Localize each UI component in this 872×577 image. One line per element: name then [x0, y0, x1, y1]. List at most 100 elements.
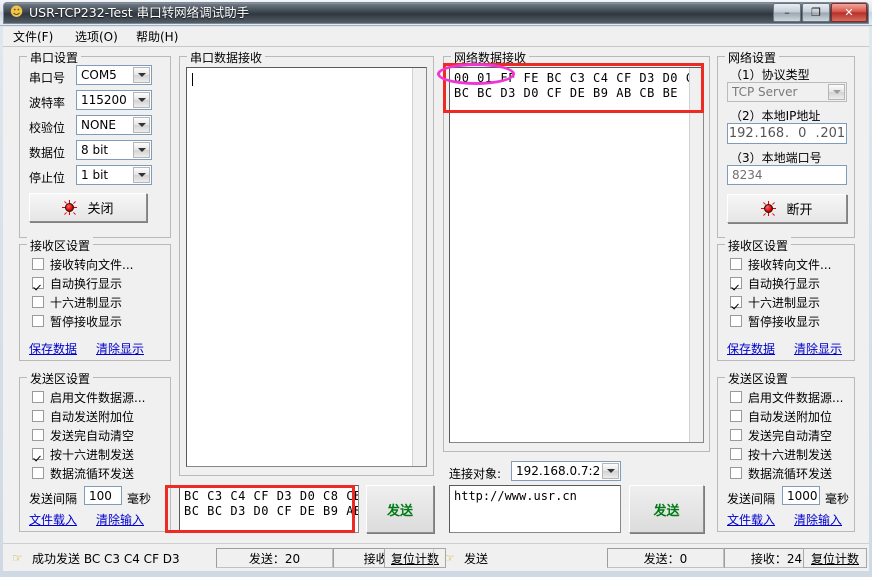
serial-send-check-loop[interactable]: 数据流循环发送	[32, 465, 134, 481]
red-led-icon	[62, 200, 78, 215]
ip-segment-4[interactable]: 201	[820, 126, 847, 141]
serial-port-combo[interactable]: COM5	[76, 65, 152, 85]
parity-combo[interactable]: NONE	[76, 115, 152, 135]
ip-segment-3[interactable]: 0	[789, 126, 816, 141]
checkbox-icon[interactable]	[730, 410, 742, 422]
checkbox-icon[interactable]	[730, 448, 742, 460]
chevron-down-icon[interactable]	[133, 117, 150, 133]
label: 启用文件数据源...	[748, 390, 844, 405]
chevron-down-icon[interactable]	[602, 463, 619, 479]
serial-recv-save-link[interactable]: 保存数据	[29, 340, 77, 357]
status-right-message: ☞ 发送	[444, 548, 488, 568]
checkbox-icon[interactable]	[730, 315, 742, 327]
serial-send-textarea[interactable]: BC C3 C4 CF D3 D0 C8 CB BF C6 BC BC D3 D…	[179, 485, 359, 533]
checkbox-icon[interactable]	[32, 296, 44, 308]
minimize-button[interactable]: –	[773, 3, 801, 22]
status-left-reset-button[interactable]: 复位计数	[384, 548, 446, 568]
local-ip-input[interactable]: 192 . 168 . 0 . 201	[727, 123, 847, 144]
close-button[interactable]: ✕	[831, 3, 867, 22]
checkbox-icon[interactable]	[32, 467, 44, 479]
serial-settings-title: 串口设置	[27, 49, 82, 66]
checkbox-icon[interactable]	[730, 258, 742, 270]
chevron-down-icon[interactable]	[133, 167, 150, 183]
network-send-check-filesrc[interactable]: 启用文件数据源...	[730, 389, 843, 405]
stopbits-combo[interactable]: 1 bit	[76, 165, 152, 185]
serial-send-button[interactable]: 发送	[366, 485, 434, 533]
serial-recv-textarea[interactable]	[186, 67, 427, 467]
label: 发送完自动清空	[50, 428, 135, 443]
network-send-fileload-link[interactable]: 文件载入	[727, 511, 775, 528]
network-recv-clear-link[interactable]: 清除显示	[794, 340, 842, 357]
ip-segment-2[interactable]: 168	[759, 126, 786, 141]
serial-send-check-hex[interactable]: 按十六进制发送	[32, 446, 134, 462]
network-send-check-loop[interactable]: 数据流循环发送	[730, 465, 832, 481]
network-send-settings-title: 发送区设置	[725, 370, 792, 387]
serial-toggle-label: 关闭	[87, 202, 114, 217]
protocol-type-combo[interactable]: TCP Server	[727, 82, 847, 102]
status-right-reset-button[interactable]: 复位计数	[803, 548, 867, 568]
checkbox-icon[interactable]	[32, 391, 44, 403]
serial-recv-check-hex[interactable]: 十六进制显示	[32, 294, 122, 310]
network-send-check-hex[interactable]: 按十六进制发送	[730, 446, 832, 462]
network-send-clear-link[interactable]: 清除输入	[794, 511, 842, 528]
serial-send-interval-input[interactable]: 100	[84, 486, 122, 505]
baudrate-combo[interactable]: 115200	[76, 90, 152, 110]
serial-send-check-autoclear[interactable]: 发送完自动清空	[32, 427, 134, 443]
network-recv-check-pause[interactable]: 暂停接收显示	[730, 313, 820, 329]
network-send-interval-input[interactable]: 1000	[782, 486, 820, 505]
serial-send-clear-link[interactable]: 清除输入	[96, 511, 144, 528]
menu-item-help[interactable]: 帮助(H)	[131, 29, 183, 45]
checkbox-icon[interactable]	[32, 410, 44, 422]
network-recv-check-hex[interactable]: 十六进制显示	[730, 294, 820, 310]
chevron-down-icon[interactable]	[133, 92, 150, 108]
maximize-button[interactable]: ❐	[802, 3, 830, 22]
network-send-button[interactable]: 发送	[629, 485, 704, 533]
connect-target-combo[interactable]: 192.168.0.7:20108	[511, 461, 621, 481]
network-send-button-label: 发送	[653, 503, 680, 519]
serial-toggle-button[interactable]: 关闭	[29, 193, 147, 222]
local-ip-label: （2）本地IP地址	[730, 109, 821, 123]
network-send-textarea[interactable]: http://www.usr.cn	[449, 485, 621, 533]
serial-send-check-autoappend[interactable]: 自动发送附加位	[32, 408, 134, 424]
serial-recv-check-autowrap[interactable]: 自动换行显示	[32, 275, 122, 291]
serial-recv-check-to-file[interactable]: 接收转向文件...	[32, 256, 133, 272]
checkbox-checked-icon[interactable]	[32, 277, 44, 289]
checkbox-icon[interactable]	[730, 391, 742, 403]
status-left-sent: 发送：20	[216, 548, 333, 568]
label: 接收转向文件...	[50, 257, 134, 272]
serial-recv-scrollbar[interactable]	[412, 68, 426, 466]
chevron-down-icon[interactable]	[828, 84, 845, 100]
checkbox-checked-icon[interactable]	[32, 448, 44, 460]
protocol-type-label: （1）协议类型	[730, 68, 810, 82]
chevron-down-icon[interactable]	[133, 142, 150, 158]
serial-send-fileload-link[interactable]: 文件载入	[29, 511, 77, 528]
network-send-check-autoclear[interactable]: 发送完自动清空	[730, 427, 832, 443]
checkbox-checked-icon[interactable]	[730, 296, 742, 308]
local-port-label: （3）本地端口号	[730, 151, 822, 165]
checkbox-checked-icon[interactable]	[730, 277, 742, 289]
checkbox-icon[interactable]	[32, 315, 44, 327]
ip-segment-1[interactable]: 192	[728, 126, 755, 141]
network-recv-textarea[interactable]: 00 01 FF FE BC C3 C4 CF D3 D0 C8 CB BF C…	[449, 67, 704, 443]
network-toggle-button[interactable]: 断开	[727, 194, 847, 223]
local-port-input[interactable]: 8234	[727, 165, 847, 185]
menu-item-options[interactable]: 选项(O)	[70, 29, 123, 45]
network-send-check-autoappend[interactable]: 自动发送附加位	[730, 408, 832, 424]
application-window: ☻ USR-TCP232-Test 串口转网络调试助手 – ❐ ✕ 文件(F) …	[0, 0, 872, 577]
status-left-message-text: 成功发送 BC C3 C4 CF D3	[32, 551, 180, 566]
serial-send-check-filesrc[interactable]: 启用文件数据源...	[32, 389, 145, 405]
checkbox-icon[interactable]	[730, 467, 742, 479]
checkbox-icon[interactable]	[730, 429, 742, 441]
databits-combo[interactable]: 8 bit	[76, 140, 152, 160]
serial-recv-check-pause[interactable]: 暂停接收显示	[32, 313, 122, 329]
network-recv-check-to-file[interactable]: 接收转向文件...	[730, 256, 831, 272]
baudrate-value: 115200	[81, 93, 127, 107]
checkbox-icon[interactable]	[32, 258, 44, 270]
menu-item-file[interactable]: 文件(F)	[8, 29, 58, 45]
chevron-down-icon[interactable]	[133, 67, 150, 83]
network-recv-scrollbar[interactable]	[689, 68, 703, 442]
network-recv-check-autowrap[interactable]: 自动换行显示	[730, 275, 820, 291]
network-recv-save-link[interactable]: 保存数据	[727, 340, 775, 357]
serial-recv-clear-link[interactable]: 清除显示	[96, 340, 144, 357]
checkbox-icon[interactable]	[32, 429, 44, 441]
